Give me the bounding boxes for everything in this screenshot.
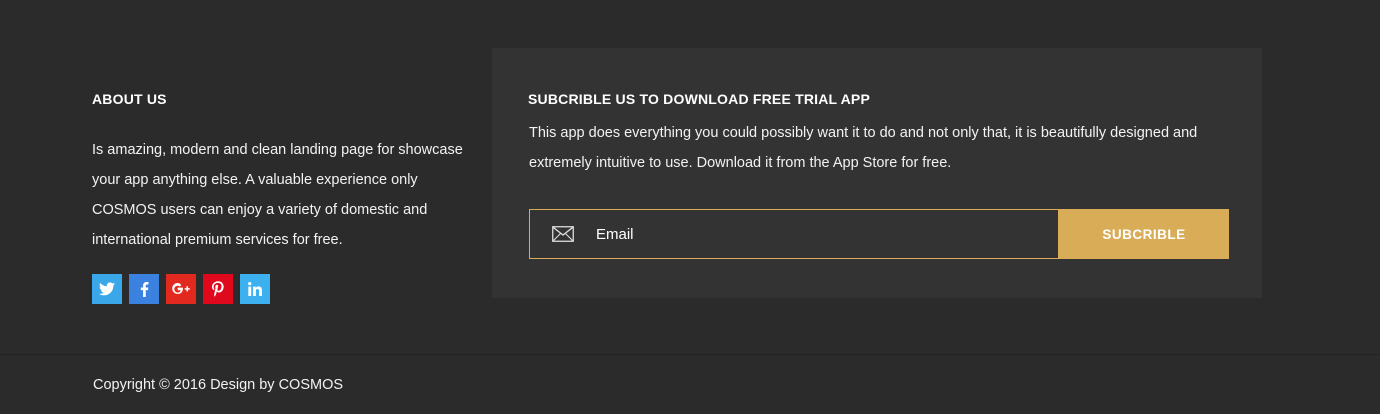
linkedin-icon <box>248 282 262 296</box>
twitter-icon <box>99 282 115 296</box>
subscribe-text: This app does everything you could possi… <box>529 125 1198 171</box>
subscribe-section: SUBCRIBLE US TO DOWNLOAD FREE TRIAL APP … <box>492 48 1262 298</box>
google-plus-link[interactable] <box>166 274 196 304</box>
about-section: ABOUT US Is amazing, modern and clean la… <box>92 89 472 255</box>
email-field[interactable] <box>529 209 1059 259</box>
about-title: ABOUT US <box>92 91 167 107</box>
copyright-text: Copyright © 2016 Design by COSMOS <box>93 377 344 393</box>
about-text: Is amazing, modern and clean landing pag… <box>92 142 463 248</box>
site-footer: ABOUT US Is amazing, modern and clean la… <box>0 0 1380 414</box>
social-links <box>92 274 270 304</box>
footer-divider <box>0 354 1380 355</box>
twitter-link[interactable] <box>92 274 122 304</box>
linkedin-link[interactable] <box>240 274 270 304</box>
facebook-link[interactable] <box>129 274 159 304</box>
facebook-icon <box>140 281 148 297</box>
email-input[interactable] <box>594 224 1038 244</box>
subscribe-title: SUBCRIBLE US TO DOWNLOAD FREE TRIAL APP <box>528 91 870 107</box>
subscribe-form: SUBCRIBLE <box>529 209 1229 259</box>
pinterest-icon <box>212 281 224 297</box>
pinterest-link[interactable] <box>203 274 233 304</box>
envelope-icon <box>552 226 574 242</box>
subscribe-button[interactable]: SUBCRIBLE <box>1059 209 1229 259</box>
google-plus-icon <box>172 282 190 294</box>
